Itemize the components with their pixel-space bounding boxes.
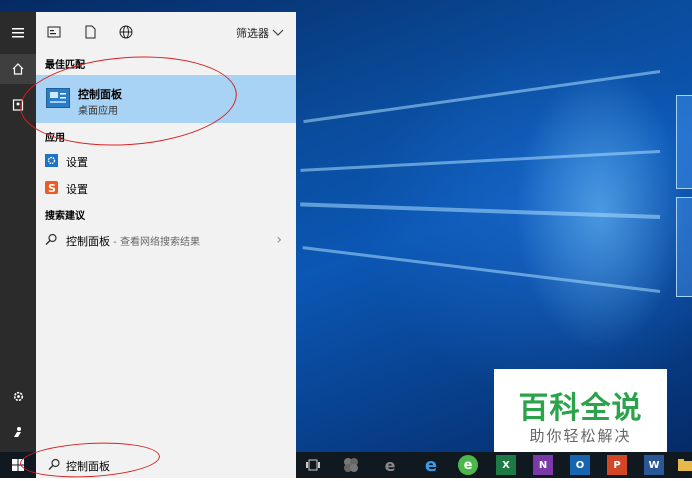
best-match-title: 控制面板 [78,88,122,101]
svg-text:S: S [48,182,56,194]
best-match-subtitle: 桌面应用 [78,106,118,117]
gear-icon [45,154,58,167]
outlook-icon[interactable]: O [570,455,590,475]
start-button[interactable] [0,452,36,478]
search-icon [48,458,60,470]
feedback-button[interactable] [0,417,36,447]
explorer-icon[interactable] [678,455,692,475]
search-results-panel: 筛选器 最佳匹配 控制面板 桌面应用 应用 设置 S 设置 搜索建议 控制面板 … [36,12,296,452]
hamburger-menu-button[interactable] [0,18,36,48]
taskbar: 控制面板 e e e X N O P W [0,452,692,478]
document-filter-icon[interactable] [82,24,98,40]
windows-start-icon [12,459,24,471]
light-beam [303,70,661,124]
watermark-subtitle: 助你轻松解决 [529,427,632,445]
chevron-right-icon: › [276,232,282,248]
search-input[interactable]: 控制面板 [66,458,110,474]
home-icon [12,63,24,75]
windows-logo-wallpaper [640,95,692,297]
apps-filter-icon[interactable] [46,24,62,40]
web-filter-icon[interactable] [118,24,134,40]
excel-icon[interactable]: X [496,455,516,475]
gear-icon [13,391,23,401]
watermark: 百科全说 助你轻松解决 [494,369,667,452]
best-match-header: 最佳匹配 [45,60,85,71]
powerpoint-icon[interactable]: P [607,455,627,475]
home-button[interactable] [0,54,36,84]
app-result-label: 设置 [66,156,88,169]
control-panel-icon [46,88,70,108]
app-result-label: 设置 [66,183,88,196]
watermark-title: 百科全说 [518,391,643,426]
task-view-icon[interactable] [303,455,323,475]
search-icon [45,233,57,245]
settings-rail-button[interactable] [0,381,36,411]
start-rail [0,12,36,452]
edge-icon[interactable]: e [421,455,441,476]
notebook-button[interactable] [0,90,36,120]
ie-icon[interactable]: e [380,455,400,475]
web-suggestion-item[interactable]: 控制面板 - 查看网络搜索结果 › [36,228,296,252]
filter-label: 筛选器 [236,27,269,40]
search-suggestions-header: 搜索建议 [45,211,85,222]
taskbar-search-box[interactable]: 控制面板 [36,452,296,478]
filter-dropdown[interactable]: 筛选器 [236,25,284,41]
app-result-sogou-settings[interactable]: S 设置 [36,176,296,200]
light-beam [300,202,661,219]
suggestion-label: 控制面板 [66,235,110,248]
onenote-icon[interactable]: N [533,455,553,475]
apps-header: 应用 [45,133,65,144]
suggestion-hint: - 查看网络搜索结果 [110,237,200,248]
person-feedback-icon [14,427,21,437]
notebook-icon [12,99,24,111]
app-result-settings[interactable]: 设置 [36,149,296,173]
light-beam [302,246,661,293]
app-icon[interactable] [341,455,361,475]
chevron-down-icon [272,29,284,36]
light-beam [300,150,661,172]
best-match-item[interactable]: 控制面板 桌面应用 [36,75,296,123]
browser-icon[interactable]: e [458,455,478,475]
panel-toolbar: 筛选器 [36,12,296,52]
hamburger-icon [12,28,24,38]
sogou-icon: S [45,181,58,194]
word-icon[interactable]: W [644,455,664,475]
